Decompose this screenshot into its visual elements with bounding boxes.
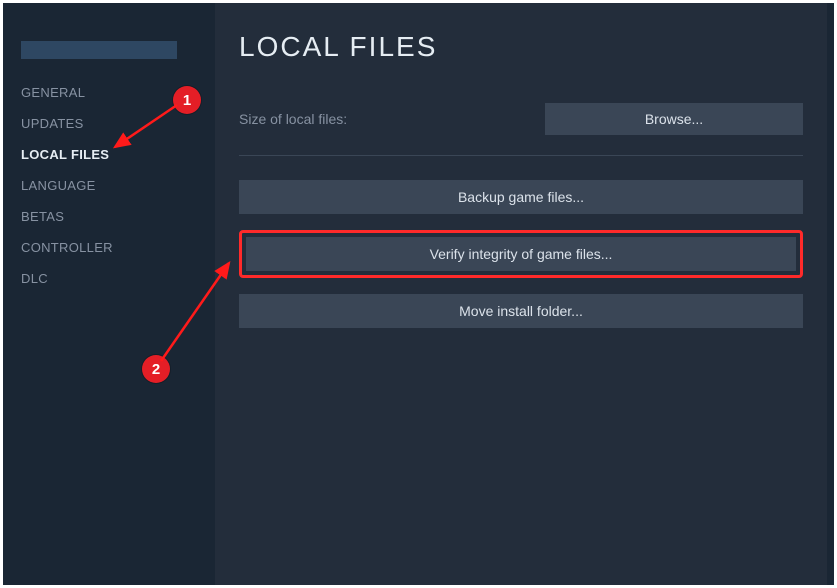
verify-highlight-box: Verify integrity of game files... [239, 230, 803, 278]
sidebar-item-updates[interactable]: UPDATES [21, 108, 201, 139]
verify-integrity-button[interactable]: Verify integrity of game files... [246, 237, 796, 271]
size-row: Size of local files: Browse... [239, 103, 803, 135]
properties-window: GENERAL UPDATES LOCAL FILES LANGUAGE BET… [3, 3, 834, 585]
main-panel: LOCAL FILES Size of local files: Browse.… [215, 3, 827, 585]
move-install-folder-button[interactable]: Move install folder... [239, 294, 803, 328]
page-title: LOCAL FILES [239, 31, 803, 63]
size-of-local-files-label: Size of local files: [239, 111, 545, 127]
sidebar-search-bar[interactable] [21, 41, 177, 59]
sidebar-item-local-files[interactable]: LOCAL FILES [21, 139, 201, 170]
sidebar: GENERAL UPDATES LOCAL FILES LANGUAGE BET… [21, 41, 201, 294]
annotation-badge-2: 2 [142, 355, 170, 383]
browse-button[interactable]: Browse... [545, 103, 803, 135]
sidebar-item-dlc[interactable]: DLC [21, 263, 201, 294]
sidebar-item-language[interactable]: LANGUAGE [21, 170, 201, 201]
sidebar-item-betas[interactable]: BETAS [21, 201, 201, 232]
backup-game-files-button[interactable]: Backup game files... [239, 180, 803, 214]
annotation-badge-1: 1 [173, 86, 201, 114]
sidebar-item-controller[interactable]: CONTROLLER [21, 232, 201, 263]
divider [239, 155, 803, 156]
